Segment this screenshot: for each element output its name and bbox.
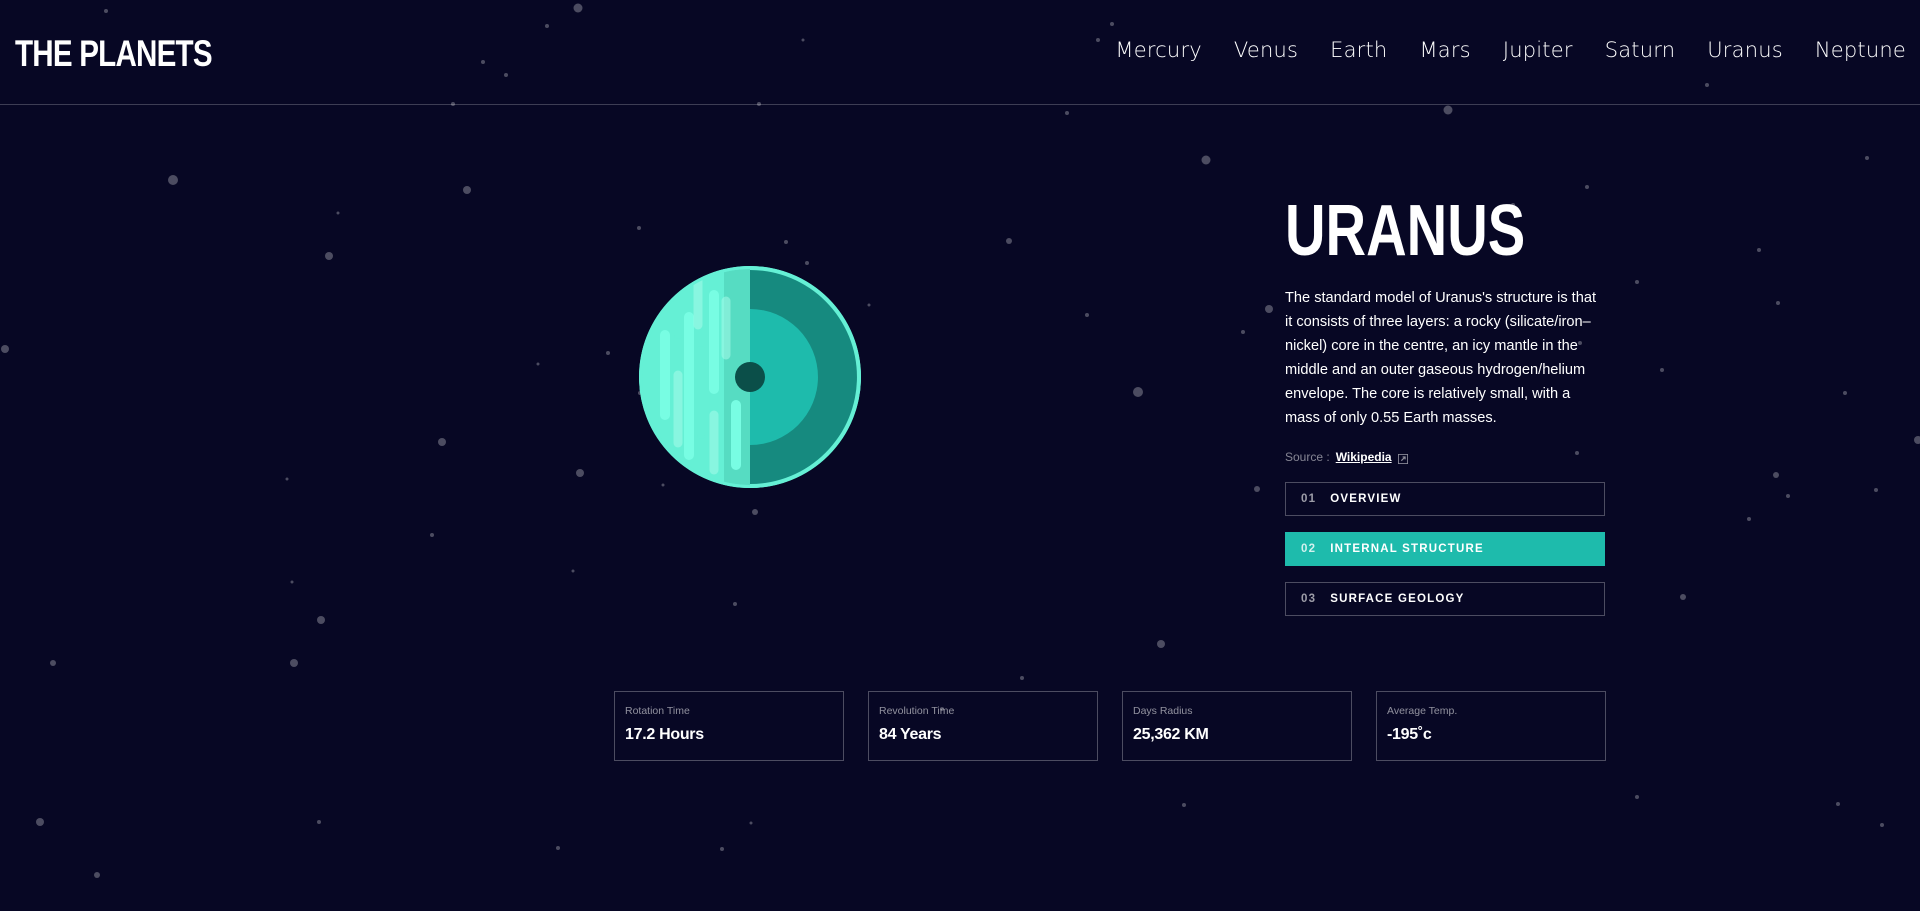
starfield-background [1, 3, 1920, 878]
nav-link-mars[interactable]: Mars [1419, 36, 1470, 64]
tab-surface-geology[interactable]: 03 SURFACE GEOLOGY [1285, 582, 1605, 616]
nav-link-mercury[interactable]: Mercury [1115, 36, 1202, 64]
stat-radius: Days Radius 25,362 KM [1122, 691, 1352, 761]
planet-info: URANUS The standard model of Uranus's st… [1285, 193, 1605, 616]
tab-label: SURFACE GEOLOGY [1330, 593, 1465, 605]
tab-overview[interactable]: 01 OVERVIEW [1285, 482, 1605, 516]
tab-label: INTERNAL STRUCTURE [1330, 543, 1484, 555]
tab-label: OVERVIEW [1330, 493, 1402, 505]
nav-link-venus[interactable]: Venus [1234, 36, 1298, 64]
nav-link-neptune[interactable]: Neptune [1815, 36, 1906, 64]
planet-nav: Mercury Venus Earth Mars Jupiter Saturn … [1115, 36, 1906, 64]
planet-stats: Rotation Time 17.2 Hours Revolution Time… [614, 691, 1606, 761]
uranus-internal-structure-icon [639, 266, 861, 488]
stat-average-temp: Average Temp. -195˚c [1376, 691, 1606, 761]
page: THE PLANETS Mercury Venus Earth Mars Jup… [0, 0, 1920, 911]
stat-label: Average Temp. [1387, 705, 1458, 717]
site-logo[interactable]: THE PLANETS [15, 32, 213, 76]
view-tabs: 01 OVERVIEW 02 INTERNAL STRUCTURE 03 SUR… [1285, 482, 1605, 616]
stat-value: 84 Years [879, 726, 942, 743]
stat-label: Rotation Time [625, 705, 690, 717]
site-header: THE PLANETS Mercury Venus Earth Mars Jup… [0, 0, 1920, 105]
source-link[interactable]: Wikipedia [1336, 450, 1392, 464]
nav-link-jupiter[interactable]: Jupiter [1503, 36, 1573, 64]
nav-link-uranus[interactable]: Uranus [1707, 36, 1783, 64]
stat-value: 17.2 Hours [625, 726, 704, 743]
stat-value: -195˚c [1387, 726, 1432, 743]
planet-title: URANUS [1285, 191, 1526, 271]
external-link-icon[interactable] [1397, 453, 1408, 464]
source-label: Source : [1285, 450, 1330, 464]
planet-description: The standard model of Uranus's structure… [1285, 290, 1597, 426]
tab-number: 03 [1301, 593, 1317, 605]
tab-number: 02 [1301, 543, 1317, 555]
stat-label: Revolution Time [879, 705, 955, 717]
stat-revolution-time: Revolution Time 84 Years [868, 691, 1098, 761]
nav-link-earth[interactable]: Earth [1330, 36, 1387, 64]
stat-rotation-time: Rotation Time 17.2 Hours [614, 691, 844, 761]
stat-value: 25,362 KM [1133, 726, 1209, 743]
tab-internal-structure[interactable]: 02 INTERNAL STRUCTURE [1285, 532, 1605, 566]
planet-illustration [638, 265, 862, 489]
source-line: Source : Wikipedia [1285, 450, 1605, 464]
tab-number: 01 [1301, 493, 1317, 505]
stat-label: Days Radius [1133, 705, 1193, 717]
nav-link-saturn[interactable]: Saturn [1605, 36, 1676, 64]
